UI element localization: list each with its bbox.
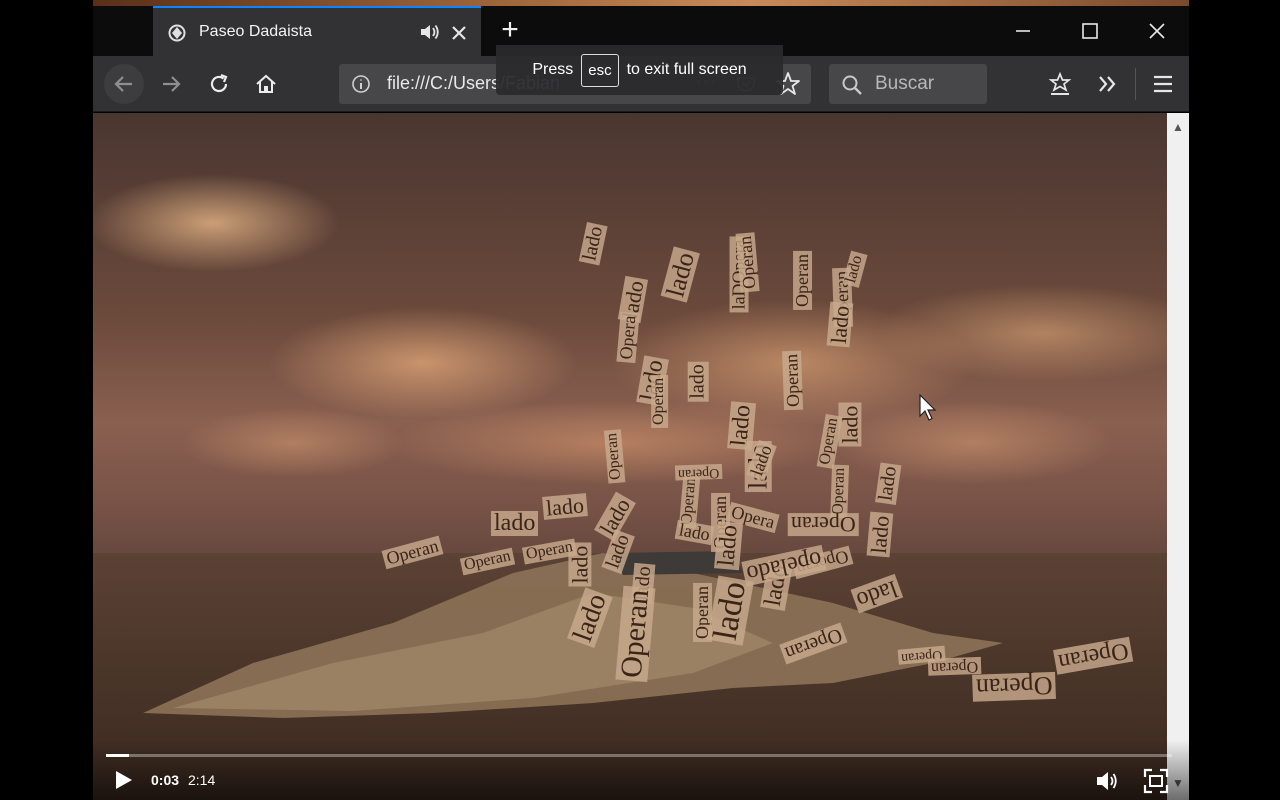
floating-word: Operan — [792, 250, 812, 310]
library-icon — [1048, 71, 1072, 95]
floating-word: Operan — [927, 657, 982, 677]
floating-word: lado — [842, 251, 868, 288]
play-icon[interactable] — [111, 768, 135, 792]
floating-word: Operan — [603, 429, 626, 484]
floating-word: Operan — [829, 464, 849, 519]
window-close-icon — [1149, 23, 1165, 39]
floating-word: lado — [542, 492, 588, 521]
back-button[interactable] — [104, 64, 144, 104]
reload-icon — [210, 73, 228, 93]
video-progress-fill — [106, 754, 130, 757]
floating-word: lado — [874, 462, 902, 505]
maximize-button[interactable] — [1057, 6, 1123, 56]
search-bar[interactable] — [829, 64, 987, 104]
floating-word: Operan — [972, 671, 1056, 703]
fullscreen-icon[interactable] — [1143, 768, 1169, 794]
home-button[interactable] — [246, 64, 286, 104]
minimize-button[interactable] — [990, 6, 1056, 56]
floating-word: lado — [578, 221, 608, 266]
hamburger-menu-icon — [1154, 75, 1172, 93]
volume-icon[interactable] — [1095, 769, 1119, 793]
floating-word: lado — [491, 510, 539, 537]
new-tab-button[interactable]: + — [493, 14, 527, 48]
floating-word: lado — [866, 511, 894, 558]
mouse-cursor-icon — [919, 394, 937, 421]
esc-key-label: esc — [581, 53, 619, 87]
toolbar-divider — [1135, 68, 1136, 100]
webgl-scene-viewport[interactable]: ladolaDOperaladoladoladoOperaladoOperanO… — [93, 113, 1167, 800]
library-button[interactable] — [1040, 64, 1080, 104]
minimize-icon — [1016, 30, 1030, 32]
floating-word: Opera — [616, 311, 640, 364]
tab-title: Paseo Dadaista — [199, 23, 312, 40]
scroll-up-icon[interactable]: ▲ — [1167, 117, 1189, 137]
home-icon — [256, 74, 276, 93]
floating-word: lado — [687, 361, 709, 402]
reload-button[interactable] — [199, 64, 239, 104]
fullscreen-notice-prefix: Press — [532, 61, 574, 78]
video-progress-bar[interactable] — [106, 754, 1172, 757]
floating-word: lado — [713, 520, 744, 571]
close-icon[interactable] — [447, 21, 471, 45]
overflow-button[interactable] — [1087, 64, 1127, 104]
fullscreen-notice-suffix: to exit full screen — [626, 61, 747, 78]
fullscreen-notice: Press esc to exit full screen — [496, 45, 783, 95]
menu-button[interactable] — [1143, 64, 1183, 104]
search-icon — [842, 75, 862, 95]
floating-word: Operan — [674, 464, 723, 481]
speaker-icon[interactable] — [419, 22, 441, 42]
floating-word: lado — [660, 246, 701, 303]
floating-word: Operan — [650, 374, 668, 428]
overflow-chevron-icon — [1099, 76, 1116, 92]
forward-arrow-icon — [163, 76, 181, 92]
window-close-button[interactable] — [1124, 6, 1189, 56]
floating-word: Operan — [735, 232, 760, 293]
floating-word: Operan — [781, 350, 803, 411]
floating-word: lado — [837, 402, 862, 447]
current-time: 0:03 — [151, 772, 180, 788]
floating-word: lado — [826, 301, 854, 348]
forward-button[interactable] — [151, 64, 191, 104]
video-duration: 2:14 — [188, 772, 216, 788]
search-input[interactable] — [875, 64, 983, 104]
tab-paseo-dadaista[interactable]: Paseo Dadaista — [153, 6, 481, 56]
browser-window: Paseo Dadaista + file:///C:/Users/Fabian… — [93, 0, 1189, 800]
floating-word: Operan — [788, 512, 859, 537]
video-controls: 0:03 2:14 — [93, 740, 1189, 800]
page-scrollbar[interactable]: ▲ ▼ — [1167, 113, 1189, 800]
aframe-icon — [168, 24, 186, 42]
back-arrow-icon — [114, 76, 132, 92]
maximize-icon — [1082, 23, 1098, 39]
info-icon[interactable] — [351, 74, 371, 94]
